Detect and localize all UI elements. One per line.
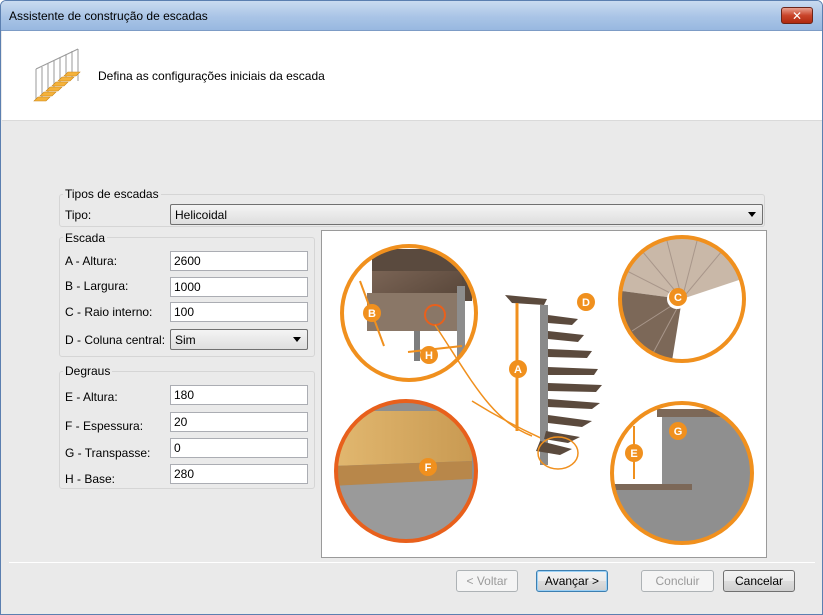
altura-input[interactable] <box>170 251 308 271</box>
transpasse-input[interactable] <box>170 438 308 458</box>
espessura-input[interactable] <box>170 412 308 432</box>
coluna-central-label: D - Coluna central: <box>65 333 166 347</box>
label-c: C <box>674 292 682 304</box>
largura-input[interactable] <box>170 277 308 297</box>
footer-separator <box>9 562 815 563</box>
cancel-button[interactable]: Cancelar <box>723 570 795 592</box>
degraus-group-label: Degraus <box>63 364 113 378</box>
spiral-stair: A D <box>505 293 602 470</box>
close-button[interactable]: ✕ <box>781 7 813 24</box>
coluna-central-value: Sim <box>175 333 196 347</box>
transpasse-label: G - Transpasse: <box>65 446 151 460</box>
next-button[interactable]: Avançar > <box>536 570 608 592</box>
escada-group-label: Escada <box>63 231 108 245</box>
label-a: A <box>514 364 522 376</box>
tipo-label: Tipo: <box>65 208 92 222</box>
chevron-down-icon <box>748 212 756 217</box>
largura-label: B - Largura: <box>65 279 129 293</box>
altura-label: A - Altura: <box>65 254 118 268</box>
label-g: G <box>674 426 683 438</box>
chevron-down-icon <box>293 337 301 342</box>
header-description: Defina as configurações iniciais da esca… <box>98 69 325 83</box>
title-bar[interactable]: Assistente de construção de escadas ✕ <box>1 1 822 31</box>
raio-interno-label: C - Raio interno: <box>65 305 153 319</box>
zoom-width-base <box>342 246 476 380</box>
back-button[interactable]: < Voltar <box>456 570 518 592</box>
degrau-altura-label: E - Altura: <box>65 390 118 404</box>
label-f: F <box>425 462 432 474</box>
stair-illustration-panel: B H A D C F E G <box>321 230 767 558</box>
window-title: Assistente de construção de escadas <box>9 9 208 23</box>
label-h: H <box>425 350 433 362</box>
label-b: B <box>368 308 376 320</box>
tipos-group-label: Tipos de escadas <box>63 187 161 201</box>
staircase-icon <box>33 48 81 102</box>
espessura-label: F - Espessura: <box>65 419 144 433</box>
label-e: E <box>630 448 637 460</box>
raio-interno-input[interactable] <box>170 302 308 322</box>
base-label: H - Base: <box>65 472 116 486</box>
finish-button[interactable]: Concluir <box>641 570 714 592</box>
stair-diagram: B H A D C F E G <box>334 235 754 545</box>
wizard-window: Assistente de construção de escadas ✕ De… <box>0 0 823 615</box>
degrau-altura-input[interactable] <box>170 385 308 405</box>
coluna-central-select[interactable]: Sim <box>170 329 308 350</box>
wizard-header: Defina as configurações iniciais da esca… <box>2 31 822 121</box>
label-d: D <box>582 297 590 309</box>
close-icon: ✕ <box>791 8 803 23</box>
tipo-select-value: Helicoidal <box>175 208 228 222</box>
base-input[interactable] <box>170 464 308 484</box>
tipo-select[interactable]: Helicoidal <box>170 204 763 225</box>
